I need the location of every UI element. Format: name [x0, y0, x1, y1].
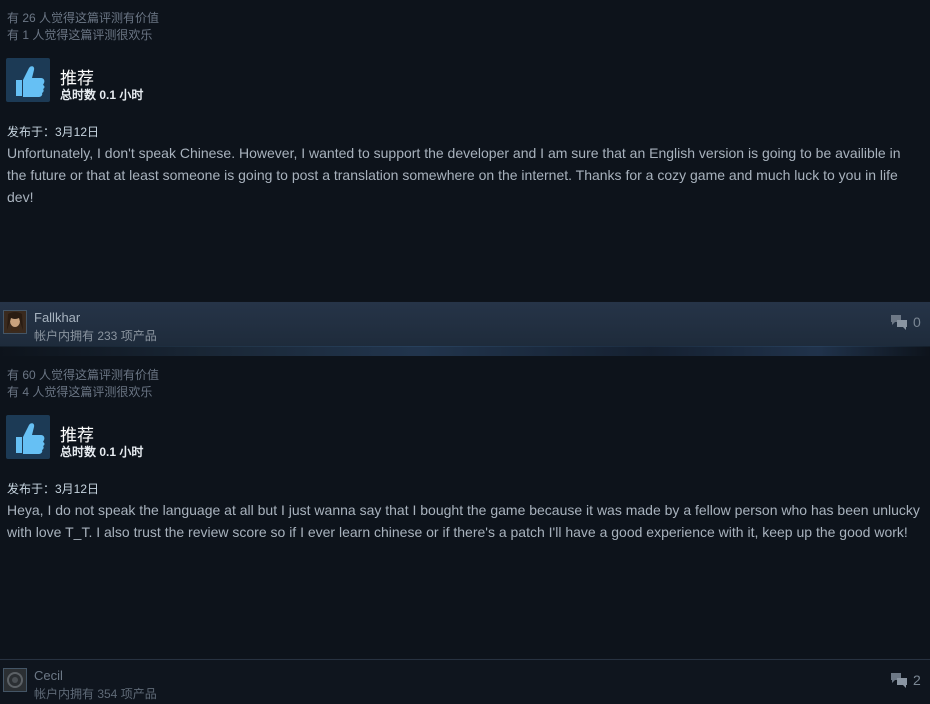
products-owned[interactable]: 帐户内拥有 233 项产品	[34, 327, 157, 344]
comment-count[interactable]: 2	[913, 672, 921, 688]
review-text: Heya, I do not speak the language at all…	[7, 502, 920, 540]
review-author-bar[interactable]: Fallkhar 帐户内拥有 233 项产品 0	[0, 302, 930, 356]
author-name[interactable]: Fallkhar	[34, 310, 80, 325]
review-card: 有 60 人觉得这篇评测有价值 有 4 人觉得这篇评测很欢乐 推荐 总时数 0.…	[0, 356, 930, 658]
funny-count: 有 1 人觉得这篇评测很欢乐	[7, 28, 153, 42]
thumbs-up-icon[interactable]	[6, 415, 50, 459]
funny-count: 有 4 人觉得这篇评测很欢乐	[7, 385, 153, 399]
playtime-hours: 总时数 0.1 小时	[60, 445, 144, 459]
author-name[interactable]: Cecil	[34, 668, 63, 683]
thumbs-up-icon[interactable]	[6, 58, 50, 102]
review-page: 有 26 人觉得这篇评测有价值 有 1 人觉得这篇评测很欢乐 推荐 总时数 0.…	[0, 0, 930, 704]
posted-date: 发布于：3月12日	[7, 482, 100, 496]
helpful-count: 有 26 人觉得这篇评测有价值	[7, 11, 160, 25]
posted-date: 发布于：3月12日	[7, 125, 100, 139]
helpful-count: 有 60 人觉得这篇评测有价值	[7, 368, 160, 382]
playtime-hours: 总时数 0.1 小时	[60, 88, 144, 102]
comment-bubbles-icon[interactable]	[890, 314, 908, 330]
review-text: Unfortunately, I don't speak Chinese. Ho…	[7, 145, 901, 205]
review-author-bar[interactable]: Cecil 帐户内拥有 354 项产品 2	[0, 659, 930, 704]
comment-bubbles-icon[interactable]	[890, 672, 908, 688]
avatar[interactable]	[3, 310, 27, 334]
comment-count[interactable]: 0	[913, 314, 921, 330]
avatar[interactable]	[3, 668, 27, 692]
products-owned[interactable]: 帐户内拥有 354 项产品	[34, 685, 157, 702]
review-card: 有 26 人觉得这篇评测有价值 有 1 人觉得这篇评测很欢乐 推荐 总时数 0.…	[0, 0, 930, 301]
